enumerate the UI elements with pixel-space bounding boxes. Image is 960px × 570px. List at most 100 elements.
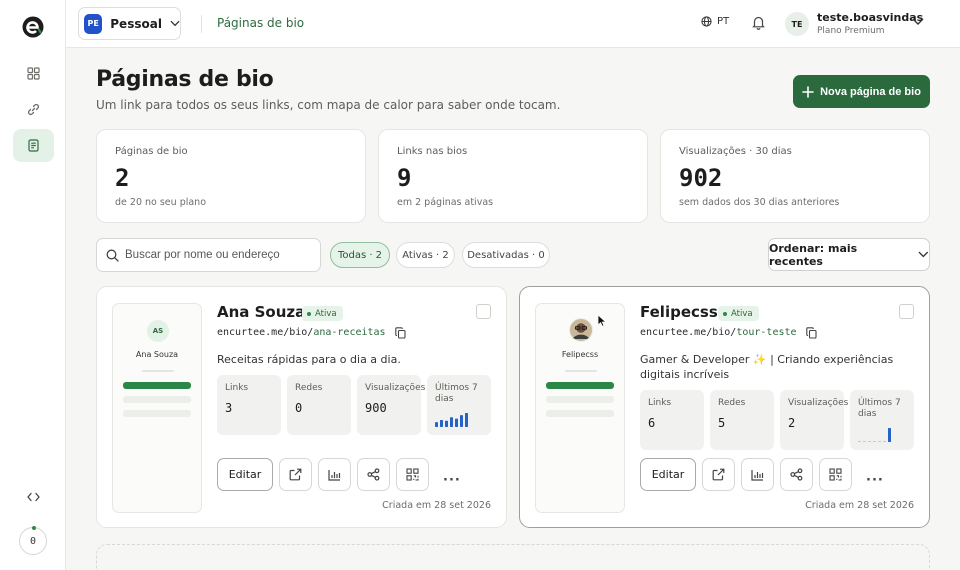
- brand-logo-icon[interactable]: [21, 15, 45, 39]
- spark-bar: [450, 417, 453, 427]
- chevron-down-icon[interactable]: [912, 18, 924, 26]
- external-link-icon: [289, 468, 302, 481]
- phone-divider: [142, 370, 174, 372]
- stat-value: 902: [679, 164, 723, 192]
- workspace-badge: PE: [84, 13, 103, 34]
- qr-code-button[interactable]: [396, 458, 429, 491]
- status-dot: [307, 311, 311, 316]
- search-input[interactable]: [125, 249, 315, 261]
- filter-chip-active[interactable]: Ativas · 2: [396, 242, 455, 268]
- user-plan: Plano Premium: [817, 26, 885, 36]
- qr-code-button[interactable]: [819, 458, 852, 491]
- metric-value: 5: [718, 416, 726, 430]
- bio-url[interactable]: encurtee.me/bio/tour-teste: [640, 327, 797, 338]
- spark-bar: [465, 413, 468, 427]
- share-button[interactable]: [357, 458, 390, 491]
- credits-counter[interactable]: 0: [19, 526, 47, 555]
- nav-developer[interactable]: [13, 480, 54, 513]
- nav-bio-pages[interactable]: [13, 129, 54, 162]
- user-avatar[interactable]: TE: [785, 12, 809, 36]
- spark-bar: [460, 415, 463, 427]
- open-external-button[interactable]: [279, 458, 312, 491]
- nav-links[interactable]: [13, 93, 54, 126]
- qr-code-icon: [406, 468, 419, 481]
- card-title[interactable]: Ana Souza: [217, 303, 305, 321]
- select-checkbox[interactable]: [899, 304, 914, 319]
- workspace-selector[interactable]: PE Pessoal: [78, 7, 181, 40]
- metric-label: Visualizações: [788, 398, 849, 408]
- copy-icon[interactable]: [806, 327, 817, 339]
- edit-button[interactable]: Editar: [640, 458, 696, 491]
- filter-chip-disabled[interactable]: Desativadas · 0: [462, 242, 550, 268]
- metric-socials: Redes 0: [287, 375, 351, 435]
- open-external-button[interactable]: [702, 458, 735, 491]
- url-prefix: encurtee.me/bio/: [217, 327, 314, 338]
- stat-value: 9: [397, 164, 412, 192]
- search-box: [96, 238, 321, 272]
- stat-card-views: Visualizações · 30 dias 902 sem dados do…: [660, 129, 930, 223]
- spark-bar: [888, 428, 891, 442]
- metric-value: 2: [788, 416, 796, 430]
- edit-button[interactable]: Editar: [217, 458, 273, 491]
- more-options-icon[interactable]: ···: [866, 473, 884, 488]
- filter-chip-all[interactable]: Todas · 2: [330, 242, 390, 268]
- stat-sub: em 2 páginas ativas: [397, 197, 494, 208]
- stat-value: 2: [115, 164, 130, 192]
- phone-link-bar: [123, 382, 191, 389]
- select-checkbox[interactable]: [476, 304, 491, 319]
- share-icon: [790, 468, 803, 481]
- sort-dropdown[interactable]: Ordenar: mais recentes: [768, 238, 930, 271]
- metric-label: Visualizações: [365, 383, 426, 393]
- stat-card-pages: Páginas de bio 2 de 20 no seu plano: [96, 129, 366, 223]
- search-icon: [106, 249, 119, 262]
- metric-value: 3: [225, 401, 233, 415]
- share-button[interactable]: [780, 458, 813, 491]
- bar-chart-icon: [751, 469, 764, 481]
- user-name[interactable]: teste.boasvindas: [817, 11, 923, 24]
- new-bio-page-button[interactable]: Nova página de bio: [793, 75, 930, 108]
- spark-bar: [435, 422, 438, 427]
- spark-bar: [445, 420, 448, 427]
- create-bio-placeholder[interactable]: [96, 544, 930, 570]
- phone-link-bar: [546, 382, 614, 389]
- phone-divider: [565, 370, 597, 372]
- analytics-button[interactable]: [741, 458, 774, 491]
- breadcrumb[interactable]: Páginas de bio: [217, 16, 304, 30]
- bell-icon[interactable]: [752, 15, 765, 30]
- phone-link-bar: [123, 410, 191, 417]
- card-title[interactable]: Felipecss: [640, 303, 718, 321]
- phone-preview[interactable]: Felipecss: [535, 303, 625, 513]
- copy-icon[interactable]: [395, 327, 406, 339]
- metric-links: Links 6: [640, 390, 704, 450]
- created-date: Criada em 28 set 2026: [382, 500, 491, 511]
- grid-icon: [27, 67, 40, 80]
- top-bar: PE Pessoal Páginas de bio PT TE teste.bo…: [66, 0, 960, 48]
- stat-label: Links nas bios: [397, 146, 468, 157]
- spark-bar-empty: [873, 441, 876, 442]
- metric-socials: Redes 5: [710, 390, 774, 450]
- spark-bar-empty: [878, 441, 881, 442]
- divider: [201, 15, 202, 33]
- chevron-down-icon: [918, 251, 929, 258]
- sidebar: 0: [0, 0, 66, 570]
- phone-avatar: AS: [147, 320, 169, 342]
- link-icon: [28, 104, 39, 115]
- bio-url[interactable]: encurtee.me/bio/ana-receitas: [217, 327, 386, 338]
- analytics-button[interactable]: [318, 458, 351, 491]
- bar-chart-icon: [328, 469, 341, 481]
- stat-card-links: Links nas bios 9 em 2 páginas ativas: [378, 129, 648, 223]
- url-slug: tour-teste: [736, 327, 797, 338]
- language-selector[interactable]: PT: [701, 16, 729, 27]
- bio-card[interactable]: Felipecss Felipecss Ativa encurtee.me/bi…: [519, 286, 930, 528]
- phone-preview[interactable]: AS Ana Souza: [112, 303, 202, 513]
- bio-description: Gamer & Developer ✨ | Criando experiênci…: [640, 353, 894, 381]
- status-badge: Ativa: [718, 306, 759, 321]
- more-options-icon[interactable]: ···: [443, 473, 461, 488]
- metric-label: Links: [648, 398, 672, 408]
- bio-card[interactable]: AS Ana Souza Ana Souza Ativa encurtee.me…: [96, 286, 507, 528]
- nav-dashboard[interactable]: [13, 57, 54, 90]
- phone-link-bar: [123, 396, 191, 403]
- stat-sub: sem dados dos 30 dias anteriores: [679, 197, 840, 208]
- page-subtitle: Um link para todos os seus links, com ma…: [96, 98, 561, 112]
- sparkline: [435, 413, 468, 427]
